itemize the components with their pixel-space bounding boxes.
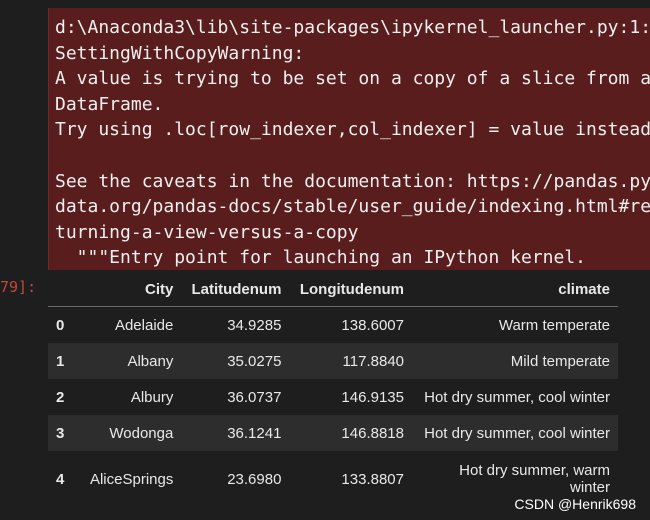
column-header-longitude: Longitudenum [289, 272, 412, 307]
cell-latitude: 23.6980 [181, 451, 290, 507]
table-row: 3 Wodonga 36.1241 146.8818 Hot dry summe… [48, 415, 618, 451]
stderr-line: Try using .loc[row_indexer,col_indexer] … [55, 119, 650, 141]
stderr-line: """Entry point for launching an IPython … [55, 247, 587, 269]
table-row: 2 Albury 36.0737 146.9135 Hot dry summer… [48, 379, 618, 415]
cell-latitude: 35.0275 [181, 343, 290, 379]
stderr-line: d:\Anaconda3\lib\site-packages\ipykernel… [55, 17, 650, 38]
table-header-row: City Latitudenum Longitudenum climate [48, 272, 618, 307]
stderr-line: DataFrame. [55, 93, 164, 115]
cell-city: Albany [80, 343, 182, 379]
row-index: 0 [48, 306, 80, 343]
stderr-line: turning-a-view-versus-a-copy [55, 221, 359, 243]
table-row: 1 Albany 35.0275 117.8840 Mild temperate [48, 343, 618, 379]
cell-city: Albury [80, 379, 182, 415]
column-header-index [48, 272, 80, 307]
cell-longitude: 146.9135 [289, 379, 412, 415]
cell-climate: Mild temperate [412, 343, 618, 379]
row-index: 1 [48, 343, 80, 379]
cell-longitude: 117.8840 [289, 343, 412, 379]
column-header-climate: climate [412, 272, 618, 307]
row-index: 4 [48, 451, 80, 507]
cell-city: AliceSprings [80, 451, 182, 507]
stderr-line: data.org/pandas-docs/stable/user_guide/i… [55, 196, 650, 218]
stderr-output: d:\Anaconda3\lib\site-packages\ipykernel… [48, 8, 650, 270]
dataframe-table: City Latitudenum Longitudenum climate 0 … [48, 272, 618, 507]
watermark: CSDN @Henrik698 [514, 496, 636, 512]
stderr-line: See the caveats in the documentation: ht… [55, 170, 650, 192]
row-index: 3 [48, 415, 80, 451]
table-row: 0 Adelaide 34.9285 138.6007 Warm tempera… [48, 306, 618, 343]
column-header-city: City [80, 272, 182, 307]
cell-climate: Hot dry summer, cool winter [412, 379, 618, 415]
cell-climate: Hot dry summer, cool winter [412, 415, 618, 451]
cell-latitude: 34.9285 [181, 306, 290, 343]
cell-climate: Warm temperate [412, 306, 618, 343]
cell-latitude: 36.0737 [181, 379, 290, 415]
cell-city: Adelaide [80, 306, 182, 343]
output-prompt: 79]: [0, 278, 37, 296]
stderr-line: A value is trying to be set on a copy of… [55, 68, 650, 90]
output-top-gap [48, 0, 650, 8]
cell-longitude: 146.8818 [289, 415, 412, 451]
stderr-text: d:\Anaconda3\lib\site-packages\ipykernel… [55, 15, 650, 270]
row-index: 2 [48, 379, 80, 415]
cell-city: Wodonga [80, 415, 182, 451]
cell-longitude: 138.6007 [289, 306, 412, 343]
cell-latitude: 36.1241 [181, 415, 290, 451]
cell-longitude: 133.8807 [289, 451, 412, 507]
stderr-line: SettingWithCopyWarning: [55, 42, 305, 64]
column-header-latitude: Latitudenum [181, 272, 290, 307]
